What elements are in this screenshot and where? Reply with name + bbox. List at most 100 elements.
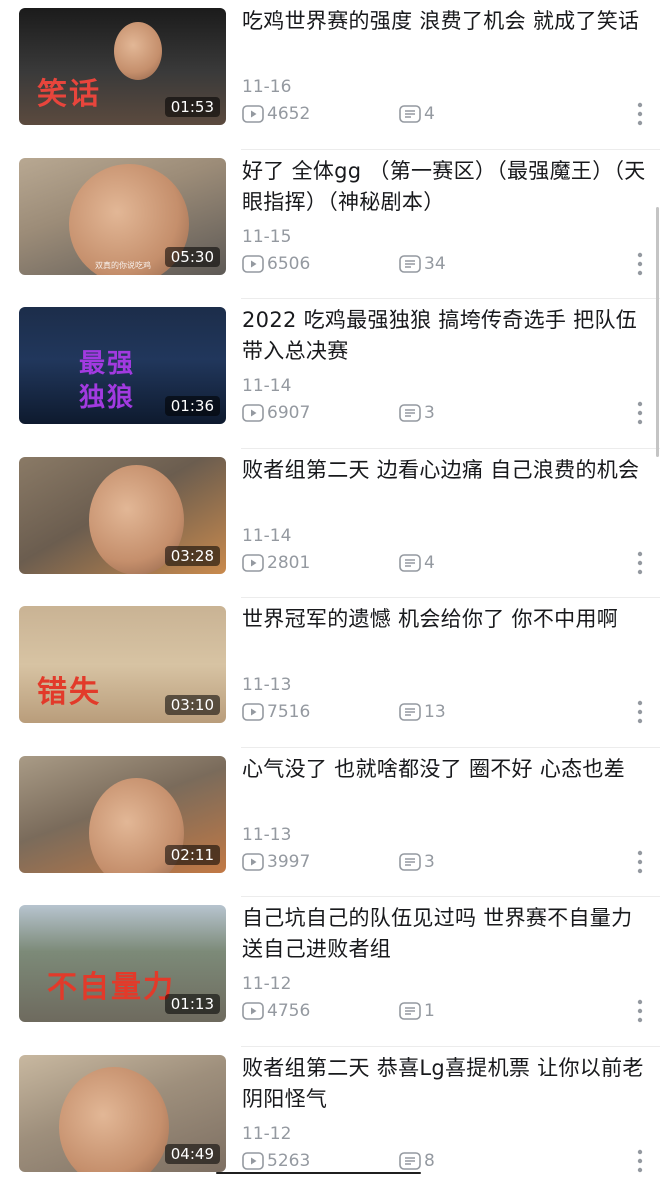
video-title[interactable]: 世界冠军的遗憾 机会给你了 你不中用啊	[242, 604, 647, 635]
video-stats: 3997 3	[242, 851, 622, 873]
video-list-item[interactable]: 双真的你说吃鸡 05:30 好了 全体gg （第一赛区）（最强魔王）（天眼指挥）…	[0, 150, 660, 300]
play-count: 3997	[242, 851, 310, 873]
play-count-icon	[242, 1152, 264, 1170]
video-thumbnail[interactable]: 不自量力 01:13	[19, 905, 226, 1022]
video-stats: 5263 8	[242, 1150, 622, 1172]
video-list-item[interactable]: 02:11 心气没了 也就啥都没了 圈不好 心态也差 11-13 3997	[0, 748, 660, 898]
comment-count-icon	[399, 853, 421, 871]
video-stats: 6506 34	[242, 253, 622, 275]
play-count-value: 6506	[267, 253, 310, 275]
video-title[interactable]: 败者组第二天 边看心边痛 自己浪费的机会	[242, 455, 647, 486]
video-duration: 05:30	[165, 247, 220, 267]
comment-count-value: 13	[424, 701, 446, 723]
video-date: 11-14	[242, 526, 291, 546]
video-list-item[interactable]: 最强 独狼 01:36 2022 吃鸡最强独狼 搞垮传奇选手 把队伍带入总决赛 …	[0, 299, 660, 449]
comment-count-value: 4	[424, 552, 435, 574]
video-thumbnail[interactable]: 错失 03:10	[19, 606, 226, 723]
comment-count-icon	[399, 255, 421, 273]
comment-count: 13	[399, 701, 446, 723]
thumbnail-person	[59, 1067, 169, 1172]
video-list: 笑话 01:53 吃鸡世界赛的强度 浪费了机会 就成了笑话 11-16 4652	[0, 0, 660, 1196]
comment-count-value: 34	[424, 253, 446, 275]
play-count: 2801	[242, 552, 310, 574]
play-count-icon	[242, 404, 264, 422]
more-vertical-icon[interactable]	[632, 398, 648, 428]
more-vertical-icon[interactable]	[632, 1146, 648, 1176]
video-duration: 01:36	[165, 396, 220, 416]
more-vertical-icon[interactable]	[632, 99, 648, 129]
thumbnail-caption: 双真的你说吃鸡	[95, 260, 151, 271]
video-stats: 4652 4	[242, 103, 622, 125]
comment-count-icon	[399, 1152, 421, 1170]
more-vertical-icon[interactable]	[632, 548, 648, 578]
thumbnail-overlay-text: 笑话	[37, 80, 101, 110]
video-date: 11-12	[242, 974, 291, 994]
video-list-item[interactable]: 03:28 败者组第二天 边看心边痛 自己浪费的机会 11-14 2801	[0, 449, 660, 599]
play-count-value: 4652	[267, 103, 310, 125]
comment-count-icon	[399, 404, 421, 422]
video-date: 11-16	[242, 77, 291, 97]
video-thumbnail[interactable]: 笑话 01:53	[19, 8, 226, 125]
play-count: 7516	[242, 701, 310, 723]
video-stats: 6907 3	[242, 402, 622, 424]
play-count-value: 3997	[267, 851, 310, 873]
comment-count-icon	[399, 703, 421, 721]
play-count: 4652	[242, 103, 310, 125]
video-duration: 03:28	[165, 546, 220, 566]
play-count-value: 7516	[267, 701, 310, 723]
comment-count: 34	[399, 253, 446, 275]
video-thumbnail[interactable]: 最强 独狼 01:36	[19, 307, 226, 424]
video-date: 11-12	[242, 1124, 291, 1144]
comment-count: 1	[399, 1000, 435, 1022]
video-date: 11-14	[242, 376, 291, 396]
video-title[interactable]: 吃鸡世界赛的强度 浪费了机会 就成了笑话	[242, 6, 647, 37]
more-vertical-icon[interactable]	[632, 249, 648, 279]
thumbnail-person	[114, 22, 162, 80]
video-date: 11-15	[242, 227, 291, 247]
video-title[interactable]: 好了 全体gg （第一赛区）（最强魔王）（天眼指挥）（神秘剧本）	[242, 156, 647, 218]
comment-count-value: 4	[424, 103, 435, 125]
play-count: 6907	[242, 402, 310, 424]
comment-count: 3	[399, 851, 435, 873]
video-thumbnail[interactable]: 04:49	[19, 1055, 226, 1172]
thumbnail-overlay-text: 最强 独狼	[79, 347, 135, 415]
video-thumbnail[interactable]: 双真的你说吃鸡 05:30	[19, 158, 226, 275]
play-count-icon	[242, 554, 264, 572]
more-vertical-icon[interactable]	[632, 996, 648, 1026]
video-title[interactable]: 2022 吃鸡最强独狼 搞垮传奇选手 把队伍带入总决赛	[242, 305, 647, 367]
video-title[interactable]: 心气没了 也就啥都没了 圈不好 心态也差	[242, 754, 647, 785]
more-vertical-icon[interactable]	[632, 847, 648, 877]
comment-count: 8	[399, 1150, 435, 1172]
play-count: 4756	[242, 1000, 310, 1022]
video-list-item[interactable]: 不自量力 01:13 自己坑自己的队伍见过吗 世界赛不自量力送自己进败者组 11…	[0, 897, 660, 1047]
video-stats: 7516 13	[242, 701, 622, 723]
thumbnail-overlay-text: 错失	[37, 678, 101, 708]
more-vertical-icon[interactable]	[632, 697, 648, 727]
video-list-item[interactable]: 错失 03:10 世界冠军的遗憾 机会给你了 你不中用啊 11-13 7516	[0, 598, 660, 748]
video-title[interactable]: 败者组第二天 恭喜Lg喜提机票 让你以前老阴阳怪气	[242, 1053, 647, 1115]
video-title[interactable]: 自己坑自己的队伍见过吗 世界赛不自量力送自己进败者组	[242, 903, 647, 965]
play-count-icon	[242, 105, 264, 123]
video-duration: 01:53	[165, 97, 220, 117]
scrollbar[interactable]	[656, 207, 659, 457]
video-date: 11-13	[242, 825, 291, 845]
comment-count-value: 3	[424, 851, 435, 873]
thumbnail-overlay-text: 不自量力	[47, 973, 175, 1003]
video-duration: 04:49	[165, 1144, 220, 1164]
play-count-icon	[242, 1002, 264, 1020]
video-thumbnail[interactable]: 02:11	[19, 756, 226, 873]
comment-count-icon	[399, 1002, 421, 1020]
comment-count: 3	[399, 402, 435, 424]
play-count-icon	[242, 255, 264, 273]
comment-count-icon	[399, 554, 421, 572]
video-duration: 03:10	[165, 695, 220, 715]
play-count-value: 4756	[267, 1000, 310, 1022]
video-list-item[interactable]: 笑话 01:53 吃鸡世界赛的强度 浪费了机会 就成了笑话 11-16 4652	[0, 0, 660, 150]
comment-count: 4	[399, 103, 435, 125]
play-count-value: 5263	[267, 1150, 310, 1172]
play-count-value: 2801	[267, 552, 310, 574]
home-indicator	[216, 1172, 421, 1174]
video-thumbnail[interactable]: 03:28	[19, 457, 226, 574]
video-date: 11-13	[242, 675, 291, 695]
comment-count-value: 8	[424, 1150, 435, 1172]
